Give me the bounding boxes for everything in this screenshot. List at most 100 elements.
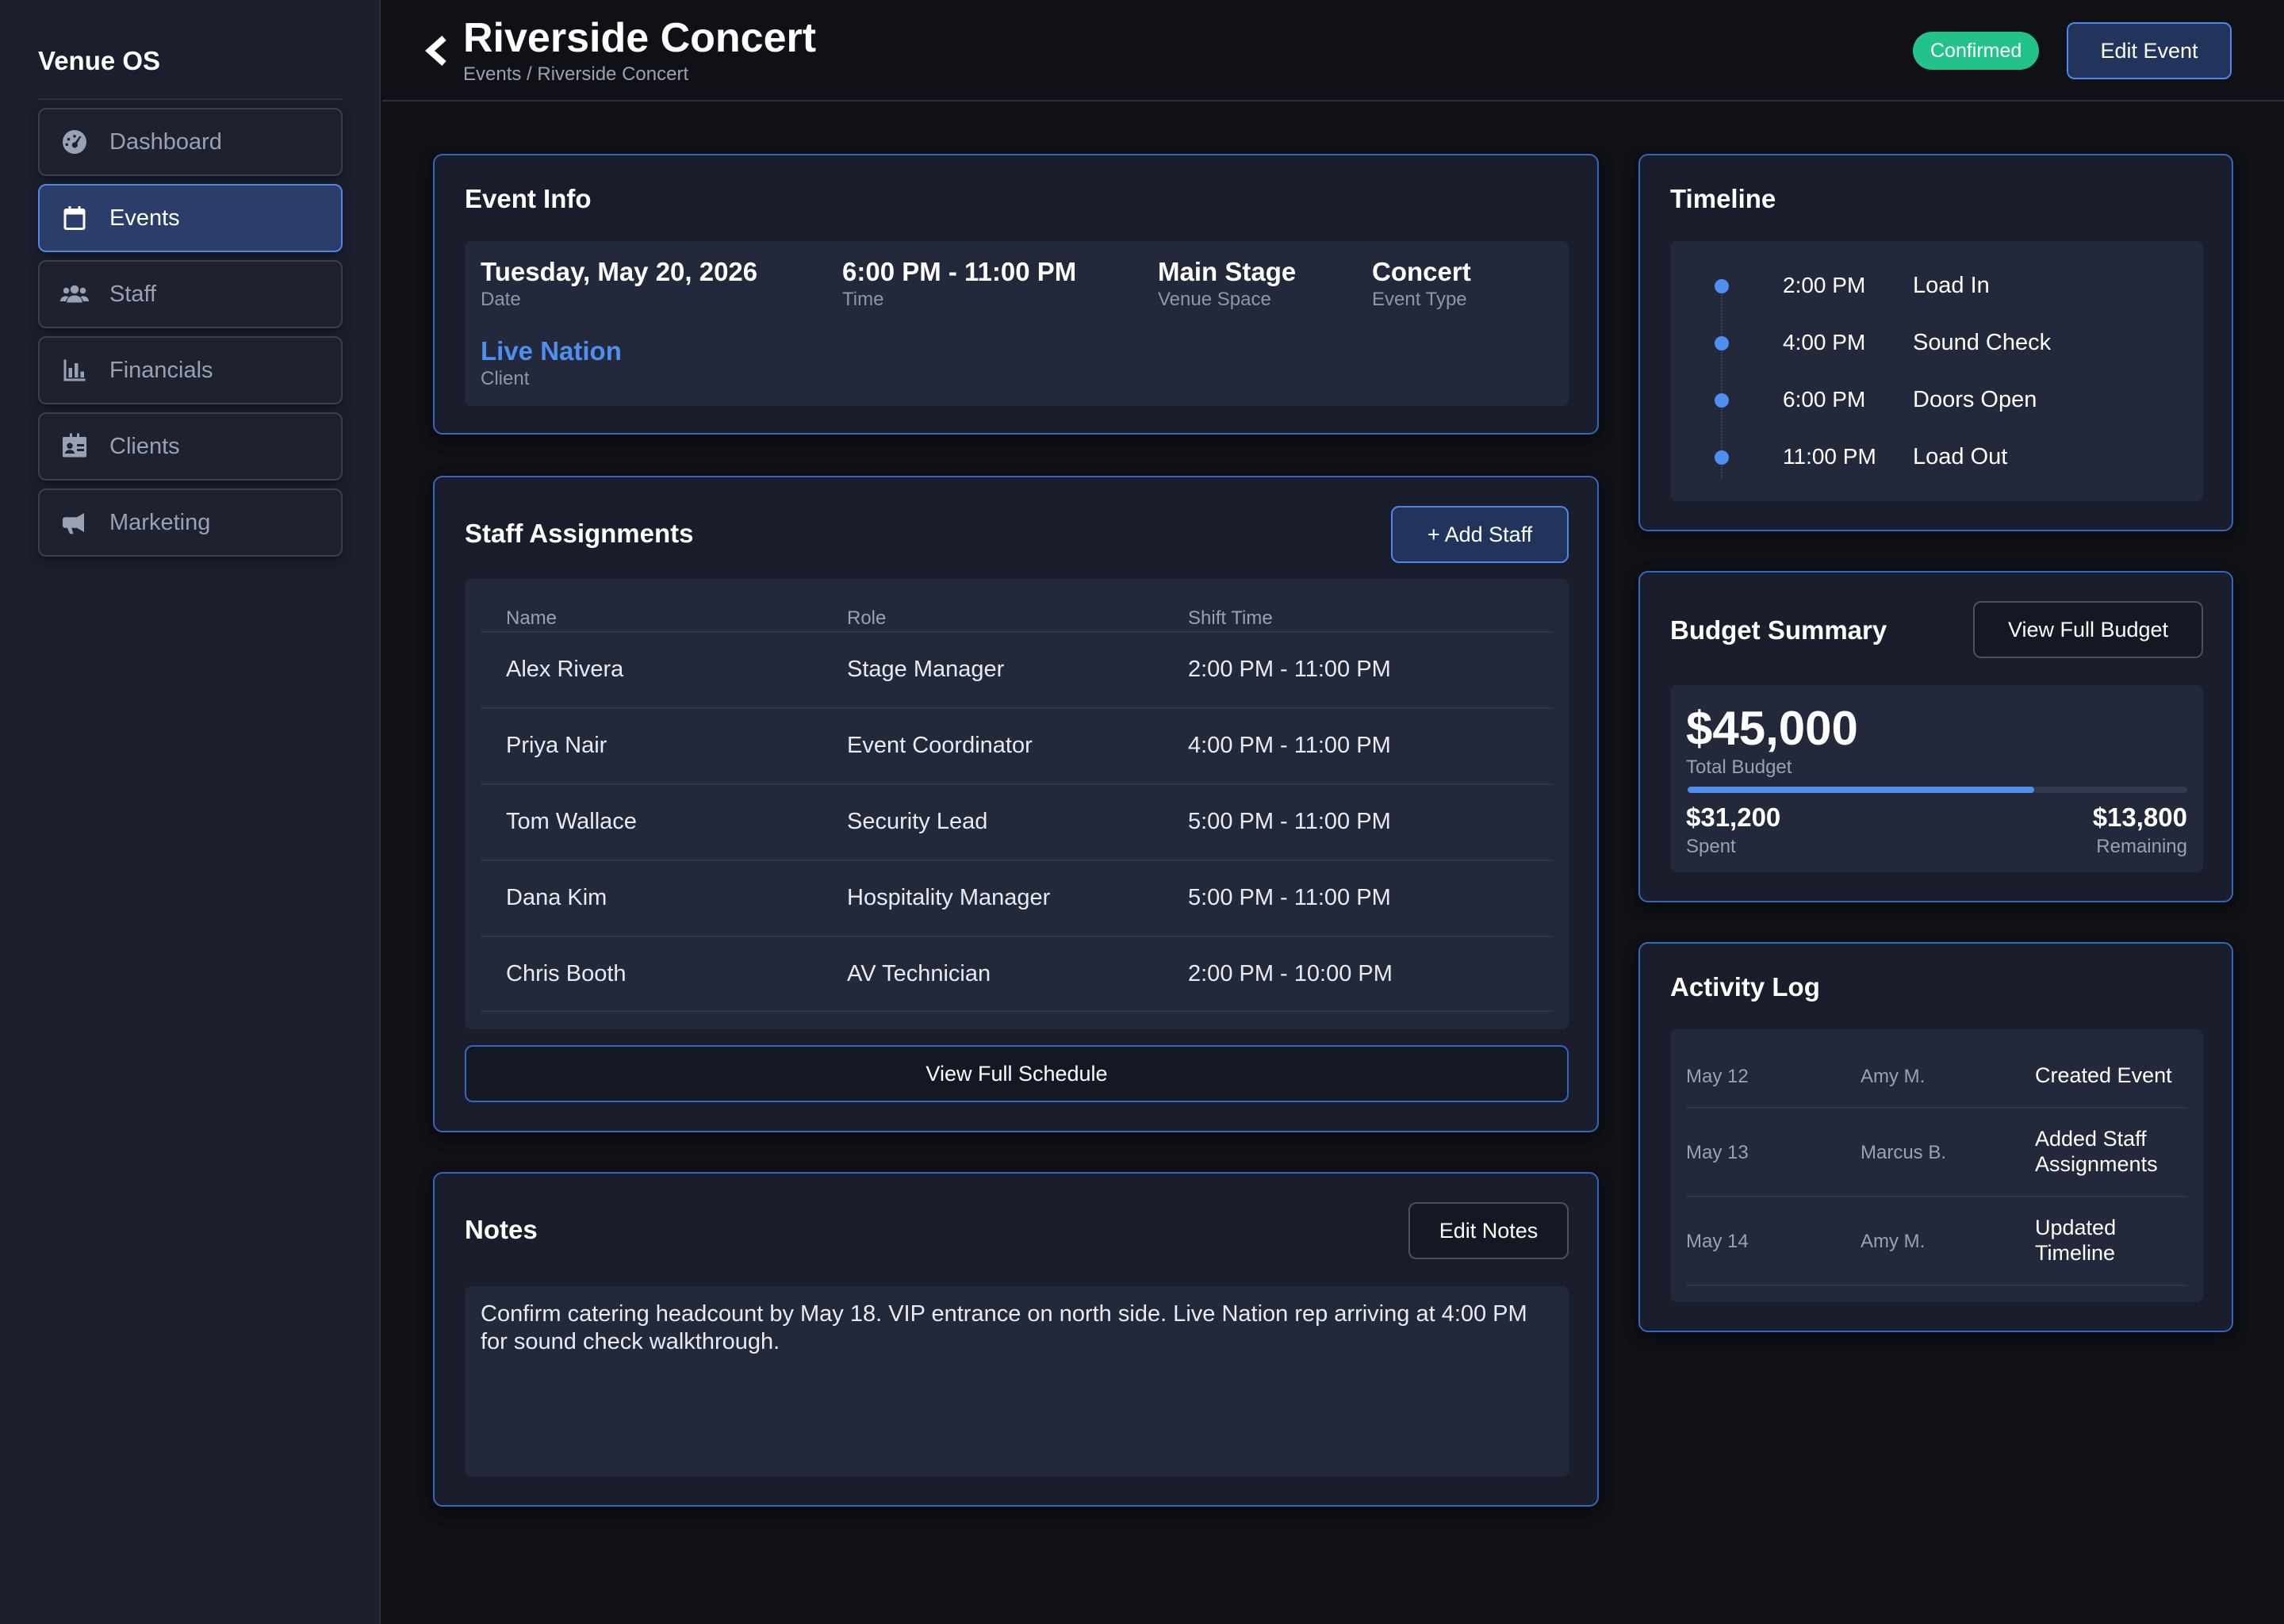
column-header-shift: Shift Time [1188,607,1273,629]
activity-row: May 12 Amy M. Created Event [1686,1029,2187,1109]
notes-panel: Confirm catering headcount by May 18. VI… [465,1286,1569,1477]
timeline-dot-icon [1715,393,1729,408]
event-date-label: Date [481,289,521,310]
staff-role: AV Technician [847,961,991,986]
staff-role: Stage Manager [847,657,1005,682]
table-row[interactable]: Tom Wallace Security Lead 5:00 PM - 11:0… [481,783,1553,860]
timeline-label: Load Out [1913,444,2008,469]
sidebar-item-label: Dashboard [109,128,222,155]
event-info-card: Event Info Tuesday, May 20, 2026 Date 6:… [433,154,1599,435]
staff-shift: 4:00 PM - 11:00 PM [1188,733,1391,758]
contact-card-icon [59,431,90,462]
staff-name: Alex Rivera [506,657,624,682]
remaining-value: $13,800 [2092,802,2187,832]
event-type-label: Event Type [1372,289,1467,310]
card-title: Timeline [1670,184,1776,213]
sidebar-item-label: Marketing [109,509,211,535]
notes-text: Confirm catering headcount by May 18. VI… [481,1301,1527,1354]
activity-text: Updated Timeline [2035,1216,2117,1265]
sidebar-item-dashboard[interactable]: Dashboard [38,108,343,176]
activity-panel: May 12 Amy M. Created Event May 13 Marcu… [1670,1029,2203,1302]
column-header-role: Role [847,607,887,629]
activity-log-card: Activity Log May 12 Amy M. Created Event… [1638,942,2233,1332]
staff-name: Priya Nair [506,733,607,758]
activity-date: May 14 [1686,1231,1749,1252]
activity-user: Marcus B. [1861,1142,1947,1163]
timeline-label: Sound Check [1913,330,2052,355]
brand-divider [38,98,343,100]
timeline-time: 11:00 PM [1783,444,1876,469]
view-full-budget-button[interactable]: View Full Budget [1973,601,2203,658]
staff-shift: 5:00 PM - 11:00 PM [1188,809,1391,834]
timeline-time: 6:00 PM [1783,387,1866,412]
activity-row: May 13 Marcus B. Added Staff Assignments [1686,1109,2187,1197]
staff-assignments-card: Staff Assignments + Add Staff Name Role … [433,476,1599,1132]
total-budget-label: Total Budget [1686,756,1792,778]
activity-date: May 12 [1686,1066,1749,1087]
timeline-panel: 2:00 PM Load In 4:00 PM Sound Check 6:00… [1670,241,2203,501]
card-title: Notes [465,1215,538,1244]
table-row[interactable]: Chris Booth AV Technician 2:00 PM - 10:0… [481,936,1553,1012]
timeline-dot-icon [1715,450,1729,465]
table-row[interactable]: Alex Rivera Stage Manager 2:00 PM - 11:0… [481,631,1553,707]
table-row[interactable]: Dana Kim Hospitality Manager 5:00 PM - 1… [481,860,1553,936]
staff-table: Name Role Shift Time Alex Rivera Stage M… [465,579,1569,1029]
staff-shift: 2:00 PM - 10:00 PM [1188,961,1393,986]
card-title: Activity Log [1670,972,1820,1002]
timeline-item: 11:00 PM Load Out [1670,428,2203,485]
chevron-left-icon [425,36,446,66]
table-row[interactable]: Priya Nair Event Coordinator 4:00 PM - 1… [481,707,1553,783]
breadcrumb: Events / Riverside Concert [463,63,689,85]
edit-event-button[interactable]: Edit Event [2067,22,2232,79]
notes-card: Notes Edit Notes Confirm catering headco… [433,1172,1599,1507]
bar-chart-icon [59,354,90,386]
gauge-icon [59,126,90,158]
budget-panel: $45,000 Total Budget $31,200 Spent $13,8… [1670,685,2203,872]
status-badge: Confirmed [1913,32,2040,70]
activity-text: Created Event [2035,1063,2172,1087]
spent-label: Spent [1686,836,1736,857]
timeline-item: 4:00 PM Sound Check [1670,314,2203,371]
timeline-item: 6:00 PM Doors Open [1670,371,2203,428]
activity-date: May 13 [1686,1142,1749,1163]
sidebar-item-staff[interactable]: Staff [38,260,343,328]
timeline-label: Load In [1913,273,1990,298]
sidebar: Venue OS Dashboard Events Staff Financia… [0,0,381,1624]
staff-role: Security Lead [847,809,988,834]
timeline-card: Timeline 2:00 PM Load In 4:00 PM Sound C… [1638,154,2233,531]
event-client-label: Client [481,368,530,389]
sidebar-item-label: Clients [109,433,180,459]
event-time: 6:00 PM - 11:00 PM [842,257,1077,286]
staff-role: Event Coordinator [847,733,1033,758]
column-header-name: Name [506,607,558,629]
megaphone-icon [59,507,90,538]
sidebar-item-marketing[interactable]: Marketing [38,488,343,557]
staff-name: Tom Wallace [506,809,637,834]
sidebar-item-label: Financials [109,357,213,383]
add-staff-button[interactable]: + Add Staff [1391,506,1569,563]
spent-value: $31,200 [1686,802,1781,832]
activity-text: Added Staff Assignments [2035,1127,2158,1176]
sidebar-item-financials[interactable]: Financials [38,336,343,404]
budget-progress-bar [1688,787,2187,793]
users-icon [59,278,90,310]
sidebar-item-label: Staff [109,281,157,307]
event-venue-space: Main Stage [1158,257,1297,286]
sidebar-item-clients[interactable]: Clients [38,412,343,481]
timeline-item: 2:00 PM Load In [1670,257,2203,314]
activity-row: May 14 Amy M. Updated Timeline [1686,1197,2187,1286]
total-budget-value: $45,000 [1686,702,1858,755]
card-title: Staff Assignments [465,519,694,548]
edit-notes-button[interactable]: Edit Notes [1408,1202,1569,1259]
page-title: Riverside Concert [463,15,817,61]
back-button[interactable] [420,32,452,70]
event-date: Tuesday, May 20, 2026 [481,257,758,286]
event-venue-space-label: Venue Space [1158,289,1271,310]
staff-shift: 5:00 PM - 11:00 PM [1188,885,1391,910]
event-client-link[interactable]: Live Nation [481,336,622,366]
staff-name: Chris Booth [506,961,627,986]
budget-summary-card: Budget Summary View Full Budget $45,000 … [1638,571,2233,902]
view-full-schedule-button[interactable]: View Full Schedule [465,1045,1569,1102]
sidebar-item-events[interactable]: Events [38,184,343,252]
timeline-time: 2:00 PM [1783,273,1866,297]
